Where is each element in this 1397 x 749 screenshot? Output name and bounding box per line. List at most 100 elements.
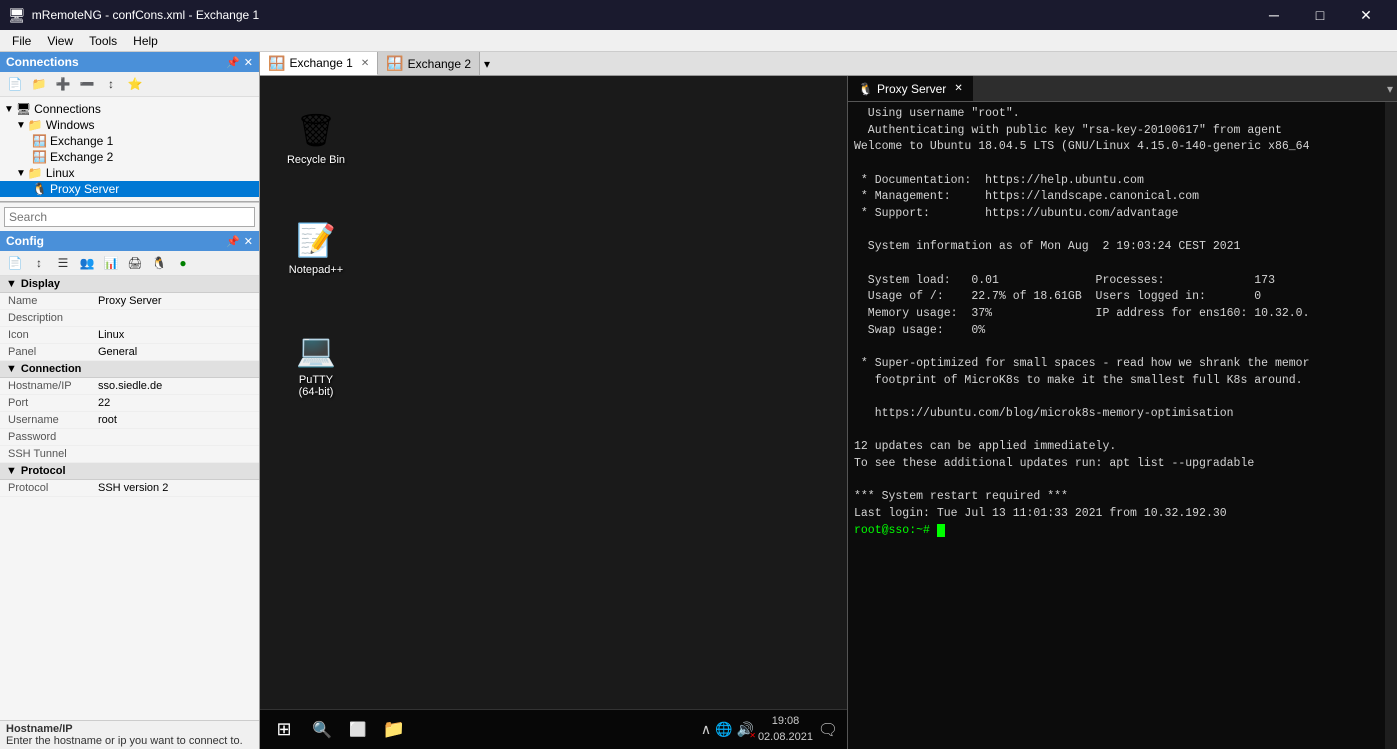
desktop-icon-recycle[interactable]: 🗑 Recycle Bin (280, 106, 352, 170)
tabs-scroll[interactable]: ▾ (480, 52, 494, 75)
connections-title: Connections (6, 55, 79, 69)
config-linux-btn[interactable]: 🐧 (148, 253, 170, 273)
term-line-12: Memory usage: 37% IP address for ens160:… (854, 306, 1391, 323)
config-btn5[interactable]: 📊 (100, 253, 122, 273)
system-tray: ∧ 🌐 🔊✕ 19:08 02.08.2021 (701, 714, 813, 745)
close-panel-icon[interactable]: ✕ (244, 56, 253, 69)
sort-btn[interactable]: ↕ (100, 74, 122, 94)
connections-panel: Connections 📌 ✕ 📄 📁 ➕ ➖ ↕ ⭐ ▼ 🖥 (0, 52, 259, 202)
terminal-scroll-arrow[interactable]: ▾ (1383, 82, 1397, 96)
notepad-label: Notepad++ (289, 264, 343, 276)
favorite-btn[interactable]: ⭐ (124, 74, 146, 94)
tree-exchange1[interactable]: 🪟 Exchange 1 (0, 133, 259, 149)
tree-windows-group[interactable]: ▼ 📁 Windows (0, 117, 259, 133)
term-line-4: * Documentation: https://help.ubuntu.com (854, 173, 1391, 190)
term-line-9 (854, 256, 1391, 273)
config-panel-row: Panel General (0, 344, 259, 361)
config-btn4[interactable]: 👥 (76, 253, 98, 273)
new-connection-btn[interactable]: 📄 (4, 74, 26, 94)
config-protocol-label: Protocol (8, 482, 98, 494)
config-header: Config 📌 ✕ (0, 231, 259, 251)
config-protocol-row: Protocol SSH version 2 (0, 480, 259, 497)
desktop-icon-putty[interactable]: 💻 PuTTY(64-bit) (280, 326, 352, 402)
terminal-content[interactable]: Using username "root". Authenticating wi… (848, 102, 1397, 749)
term-line-3 (854, 156, 1391, 173)
minimize-button[interactable]: ─ (1251, 0, 1297, 30)
putty-icon-img: 💻 (296, 330, 336, 370)
add-btn[interactable]: ➕ (52, 74, 74, 94)
terminal-scrollbar[interactable] (1385, 102, 1397, 749)
close-button[interactable]: ✕ (1343, 0, 1389, 30)
menu-file[interactable]: File (4, 32, 39, 50)
menu-help[interactable]: Help (125, 32, 166, 50)
clock-time: 19:08 (758, 714, 813, 729)
term-line-17 (854, 389, 1391, 406)
tree-root[interactable]: ▼ 🖥 Connections (0, 101, 259, 117)
desktop-icon-notepad[interactable]: 📝 Notepad++ (280, 216, 352, 280)
collapse-conn-icon: ▼ (6, 363, 17, 375)
left-panel: Connections 📌 ✕ 📄 📁 ➕ ➖ ↕ ⭐ ▼ 🖥 (0, 52, 260, 749)
maximize-button[interactable]: □ (1297, 0, 1343, 30)
terminal-tab-close[interactable]: ✕ (954, 83, 962, 94)
config-btn3[interactable]: ☰ (52, 253, 74, 273)
exchange1-label: Exchange 1 (50, 134, 113, 148)
menu-tools[interactable]: Tools (81, 32, 125, 50)
content-area: 🗑 Recycle Bin 📝 Notepad++ 💻 PuTTY(64-bit… (260, 76, 1397, 749)
connections-header: Connections 📌 ✕ (0, 52, 259, 72)
taskbar-search-button[interactable]: 🔍 (304, 712, 340, 748)
menu-view[interactable]: View (39, 32, 81, 50)
config-close-icon[interactable]: ✕ (244, 235, 253, 248)
terminal-tab-proxy[interactable]: 🐧 Proxy Server ✕ (848, 76, 973, 101)
term-line-21: To see these additional updates run: apt… (854, 456, 1391, 473)
file-explorer-button[interactable]: 📁 (376, 712, 412, 748)
config-title: Config (6, 234, 44, 248)
config-sshtunnel-label: SSH Tunnel (8, 448, 98, 460)
expand-tray-icon[interactable]: ∧ (701, 721, 711, 738)
taskview-button[interactable]: ⬜ (340, 712, 376, 748)
tab-exchange2[interactable]: 🪟 Exchange 2 (378, 52, 480, 75)
sound-icon[interactable]: 🔊✕ (737, 721, 754, 738)
config-btn1[interactable]: 📄 (4, 253, 26, 273)
config-header-controls: 📌 ✕ (226, 235, 253, 248)
config-port-row: Port 22 (0, 395, 259, 412)
tree-proxy-server[interactable]: 🐧 Proxy Server (0, 181, 259, 197)
config-username-value: root (98, 414, 251, 426)
config-btn6[interactable]: 🖨 (124, 253, 146, 273)
search-input[interactable] (4, 207, 255, 227)
tree-linux-group[interactable]: ▼ 📁 Linux (0, 165, 259, 181)
notification-button[interactable]: 🗨 (813, 712, 843, 748)
putty-label: PuTTY(64-bit) (299, 374, 334, 398)
tab-exchange1-close[interactable]: ✕ (361, 58, 369, 69)
config-pin-icon[interactable]: 📌 (226, 235, 240, 248)
config-green-btn[interactable]: ● (172, 253, 194, 273)
tree-exchange2[interactable]: 🪟 Exchange 2 (0, 149, 259, 165)
collapse-display-icon: ▼ (6, 278, 17, 290)
term-line-2: Welcome to Ubuntu 18.04.5 LTS (GNU/Linux… (854, 139, 1391, 156)
remove-btn[interactable]: ➖ (76, 74, 98, 94)
tab-exchange1[interactable]: 🪟 Exchange 1 ✕ (260, 52, 378, 75)
windows-taskbar: ⊞ 🔍 ⬜ 📁 ∧ 🌐 🔊✕ 19:08 02.08.2021 � (260, 709, 847, 749)
config-protocol-section[interactable]: ▼ Protocol (0, 463, 259, 480)
term-line-22 (854, 473, 1391, 490)
search-box (0, 202, 259, 231)
menu-bar: File View Tools Help (0, 30, 1397, 52)
network-icon[interactable]: 🌐 (715, 721, 732, 738)
term-line-19 (854, 423, 1391, 440)
config-hostname-value: sso.siedle.de (98, 380, 251, 392)
config-display-section[interactable]: ▼ Display (0, 276, 259, 293)
windows-folder-icon: 📁 (28, 118, 43, 132)
exchange1-icon: 🪟 (32, 134, 47, 148)
term-line-16: footprint of MicroK8s to make it the sma… (854, 373, 1391, 390)
right-area: 🪟 Exchange 1 ✕ 🪟 Exchange 2 ▾ 🗑 Recycle … (260, 52, 1397, 749)
status-line2: Enter the hostname or ip you want to con… (6, 735, 253, 747)
pin-icon[interactable]: 📌 (226, 56, 240, 69)
config-connection-section[interactable]: ▼ Connection (0, 361, 259, 378)
windows-desktop: 🗑 Recycle Bin 📝 Notepad++ 💻 PuTTY(64-bit… (260, 76, 847, 749)
config-icon-row: Icon Linux (0, 327, 259, 344)
terminal-tab-icon: 🐧 (858, 82, 873, 96)
config-btn2[interactable]: ↕ (28, 253, 50, 273)
new-folder-btn[interactable]: 📁 (28, 74, 50, 94)
start-button[interactable]: ⊞ (264, 712, 304, 748)
exchange2-label: Exchange 2 (50, 150, 113, 164)
clock[interactable]: 19:08 02.08.2021 (758, 714, 813, 745)
